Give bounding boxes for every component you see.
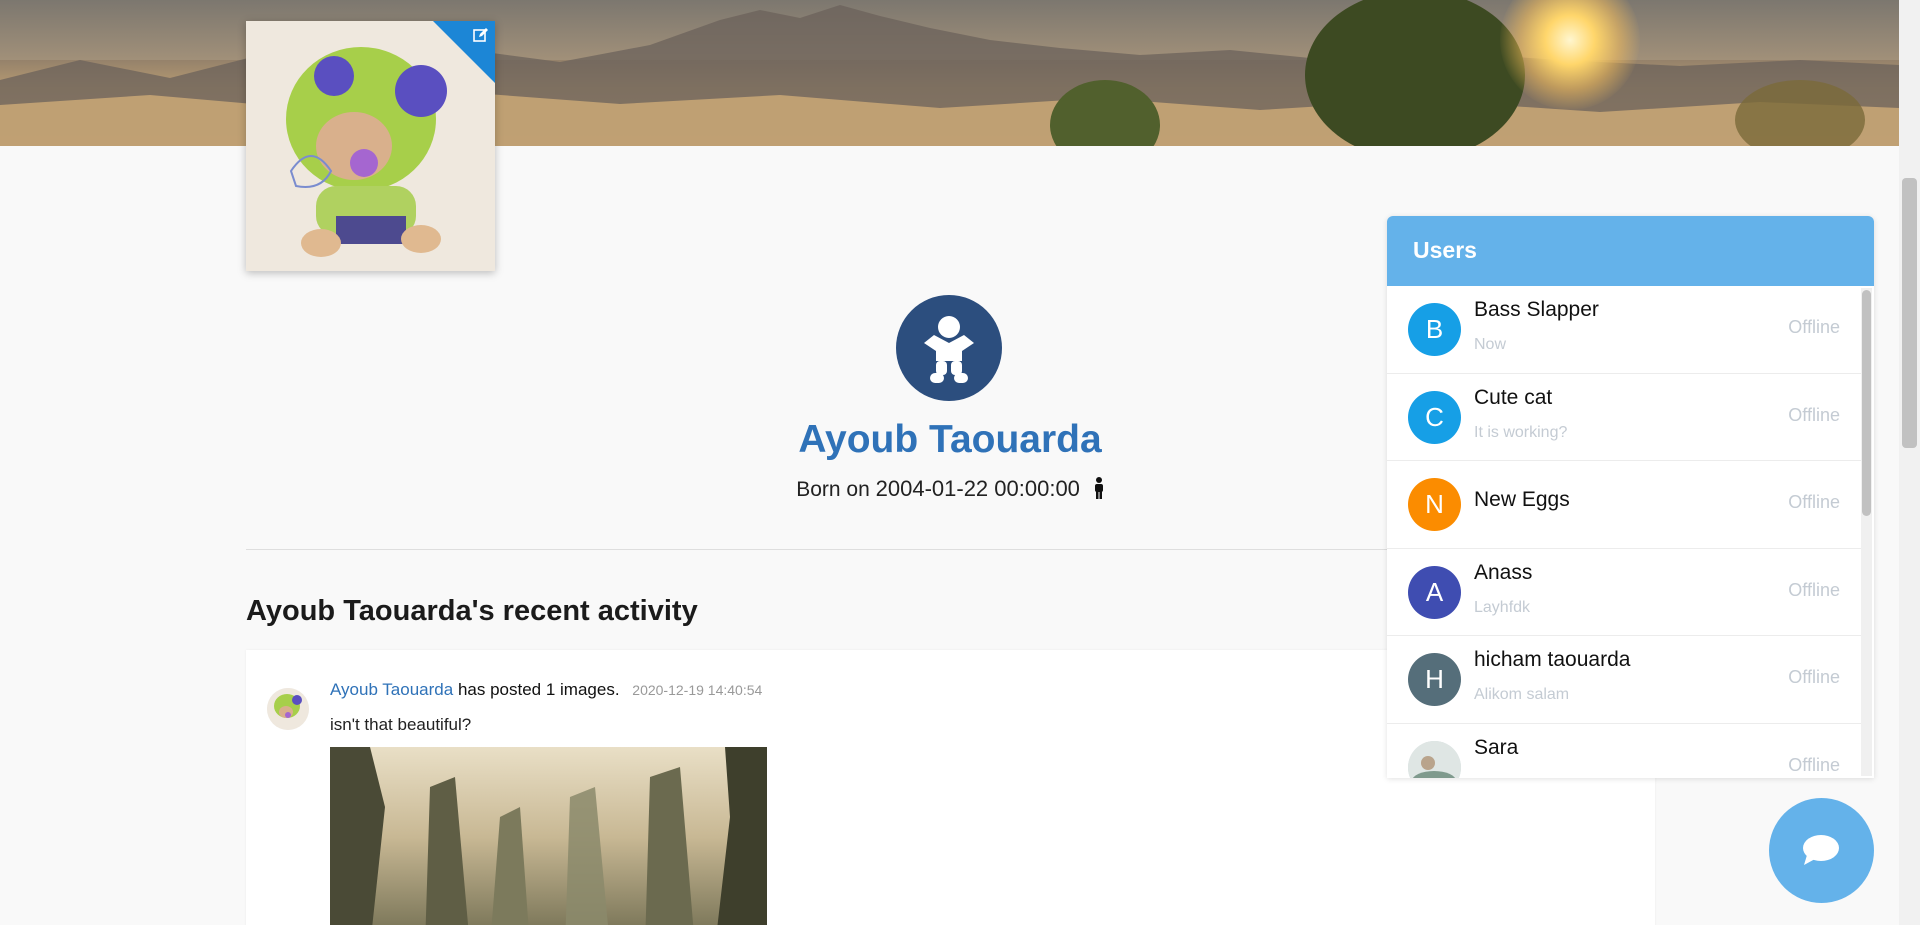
- user-avatar: A: [1408, 565, 1461, 619]
- user-item[interactable]: A Anass Layhfdk Offline: [1387, 549, 1861, 636]
- post-text: isn't that beautiful?: [330, 715, 472, 734]
- user-avatar: H: [1408, 653, 1461, 706]
- user-item[interactable]: Sara Offline: [1387, 724, 1861, 778]
- user-last-message: Alikom salam: [1474, 686, 1570, 703]
- user-avatar: B: [1408, 303, 1461, 356]
- user-name: Bass Slapper: [1474, 298, 1599, 321]
- user-status: Offline: [1788, 579, 1840, 600]
- chat-bubble-icon: [1803, 835, 1839, 865]
- users-list-scrollbar[interactable]: [1861, 288, 1872, 776]
- user-item[interactable]: N New Eggs Offline: [1387, 461, 1861, 549]
- post-action: has posted 1 images.: [457, 680, 620, 699]
- user-name: hicham taouarda: [1474, 648, 1631, 671]
- users-panel-title: Users: [1387, 216, 1874, 286]
- user-name: Anass: [1474, 560, 1533, 584]
- post-time: 2020-12-19 14:40:54: [632, 682, 763, 698]
- user-status: Offline: [1788, 667, 1840, 687]
- edit-icon[interactable]: [473, 27, 489, 47]
- profile-picture[interactable]: [246, 21, 495, 271]
- user-avatar: C: [1408, 390, 1461, 444]
- user-status: Offline: [1788, 492, 1840, 512]
- user-name: Cute cat: [1474, 385, 1553, 409]
- users-list: B Bass Slapper Now Offline C Cute cat It…: [1387, 286, 1861, 778]
- page-scroll-thumb[interactable]: [1902, 178, 1917, 448]
- user-avatar-photo: [1408, 740, 1461, 778]
- user-last-message: Layhfdk: [1474, 598, 1531, 616]
- user-status: Offline: [1788, 754, 1840, 775]
- male-icon: [1094, 477, 1104, 505]
- baby-icon: [896, 295, 1002, 401]
- user-last-message: Now: [1474, 336, 1507, 353]
- post-header: Ayoub Taouarda has posted 1 images. 2020…: [330, 680, 762, 700]
- user-last-message: It is working?: [1474, 423, 1568, 441]
- users-panel: Users B Bass Slapper Now Offline C Cute …: [1387, 216, 1874, 778]
- chat-button[interactable]: [1769, 798, 1874, 903]
- post-author-avatar[interactable]: [267, 688, 309, 730]
- user-name: Sara: [1474, 735, 1519, 759]
- birth-date: Born on 2004-01-22 00:00:00: [700, 476, 1200, 505]
- user-item[interactable]: H hicham taouarda Alikom salam Offline: [1387, 636, 1861, 724]
- profile-name: Ayoub Taouarda: [798, 418, 1102, 461]
- user-status: Offline: [1788, 317, 1840, 337]
- user-name: New Eggs: [1474, 488, 1570, 511]
- user-status: Offline: [1788, 404, 1840, 425]
- page-scrollbar[interactable]: [1899, 0, 1920, 925]
- born-label: Born on: [796, 478, 870, 501]
- post-author-link[interactable]: Ayoub Taouarda: [330, 680, 453, 699]
- users-list-scroll-thumb[interactable]: [1862, 290, 1871, 516]
- born-date: 2004-01-22 00:00:00: [875, 476, 1080, 501]
- post-image[interactable]: [330, 747, 767, 925]
- activity-title: Ayoub Taouarda's recent activity: [246, 595, 698, 627]
- user-item[interactable]: B Bass Slapper Now Offline: [1387, 286, 1861, 374]
- user-avatar: N: [1408, 478, 1461, 531]
- user-item[interactable]: C Cute cat It is working? Offline: [1387, 374, 1861, 461]
